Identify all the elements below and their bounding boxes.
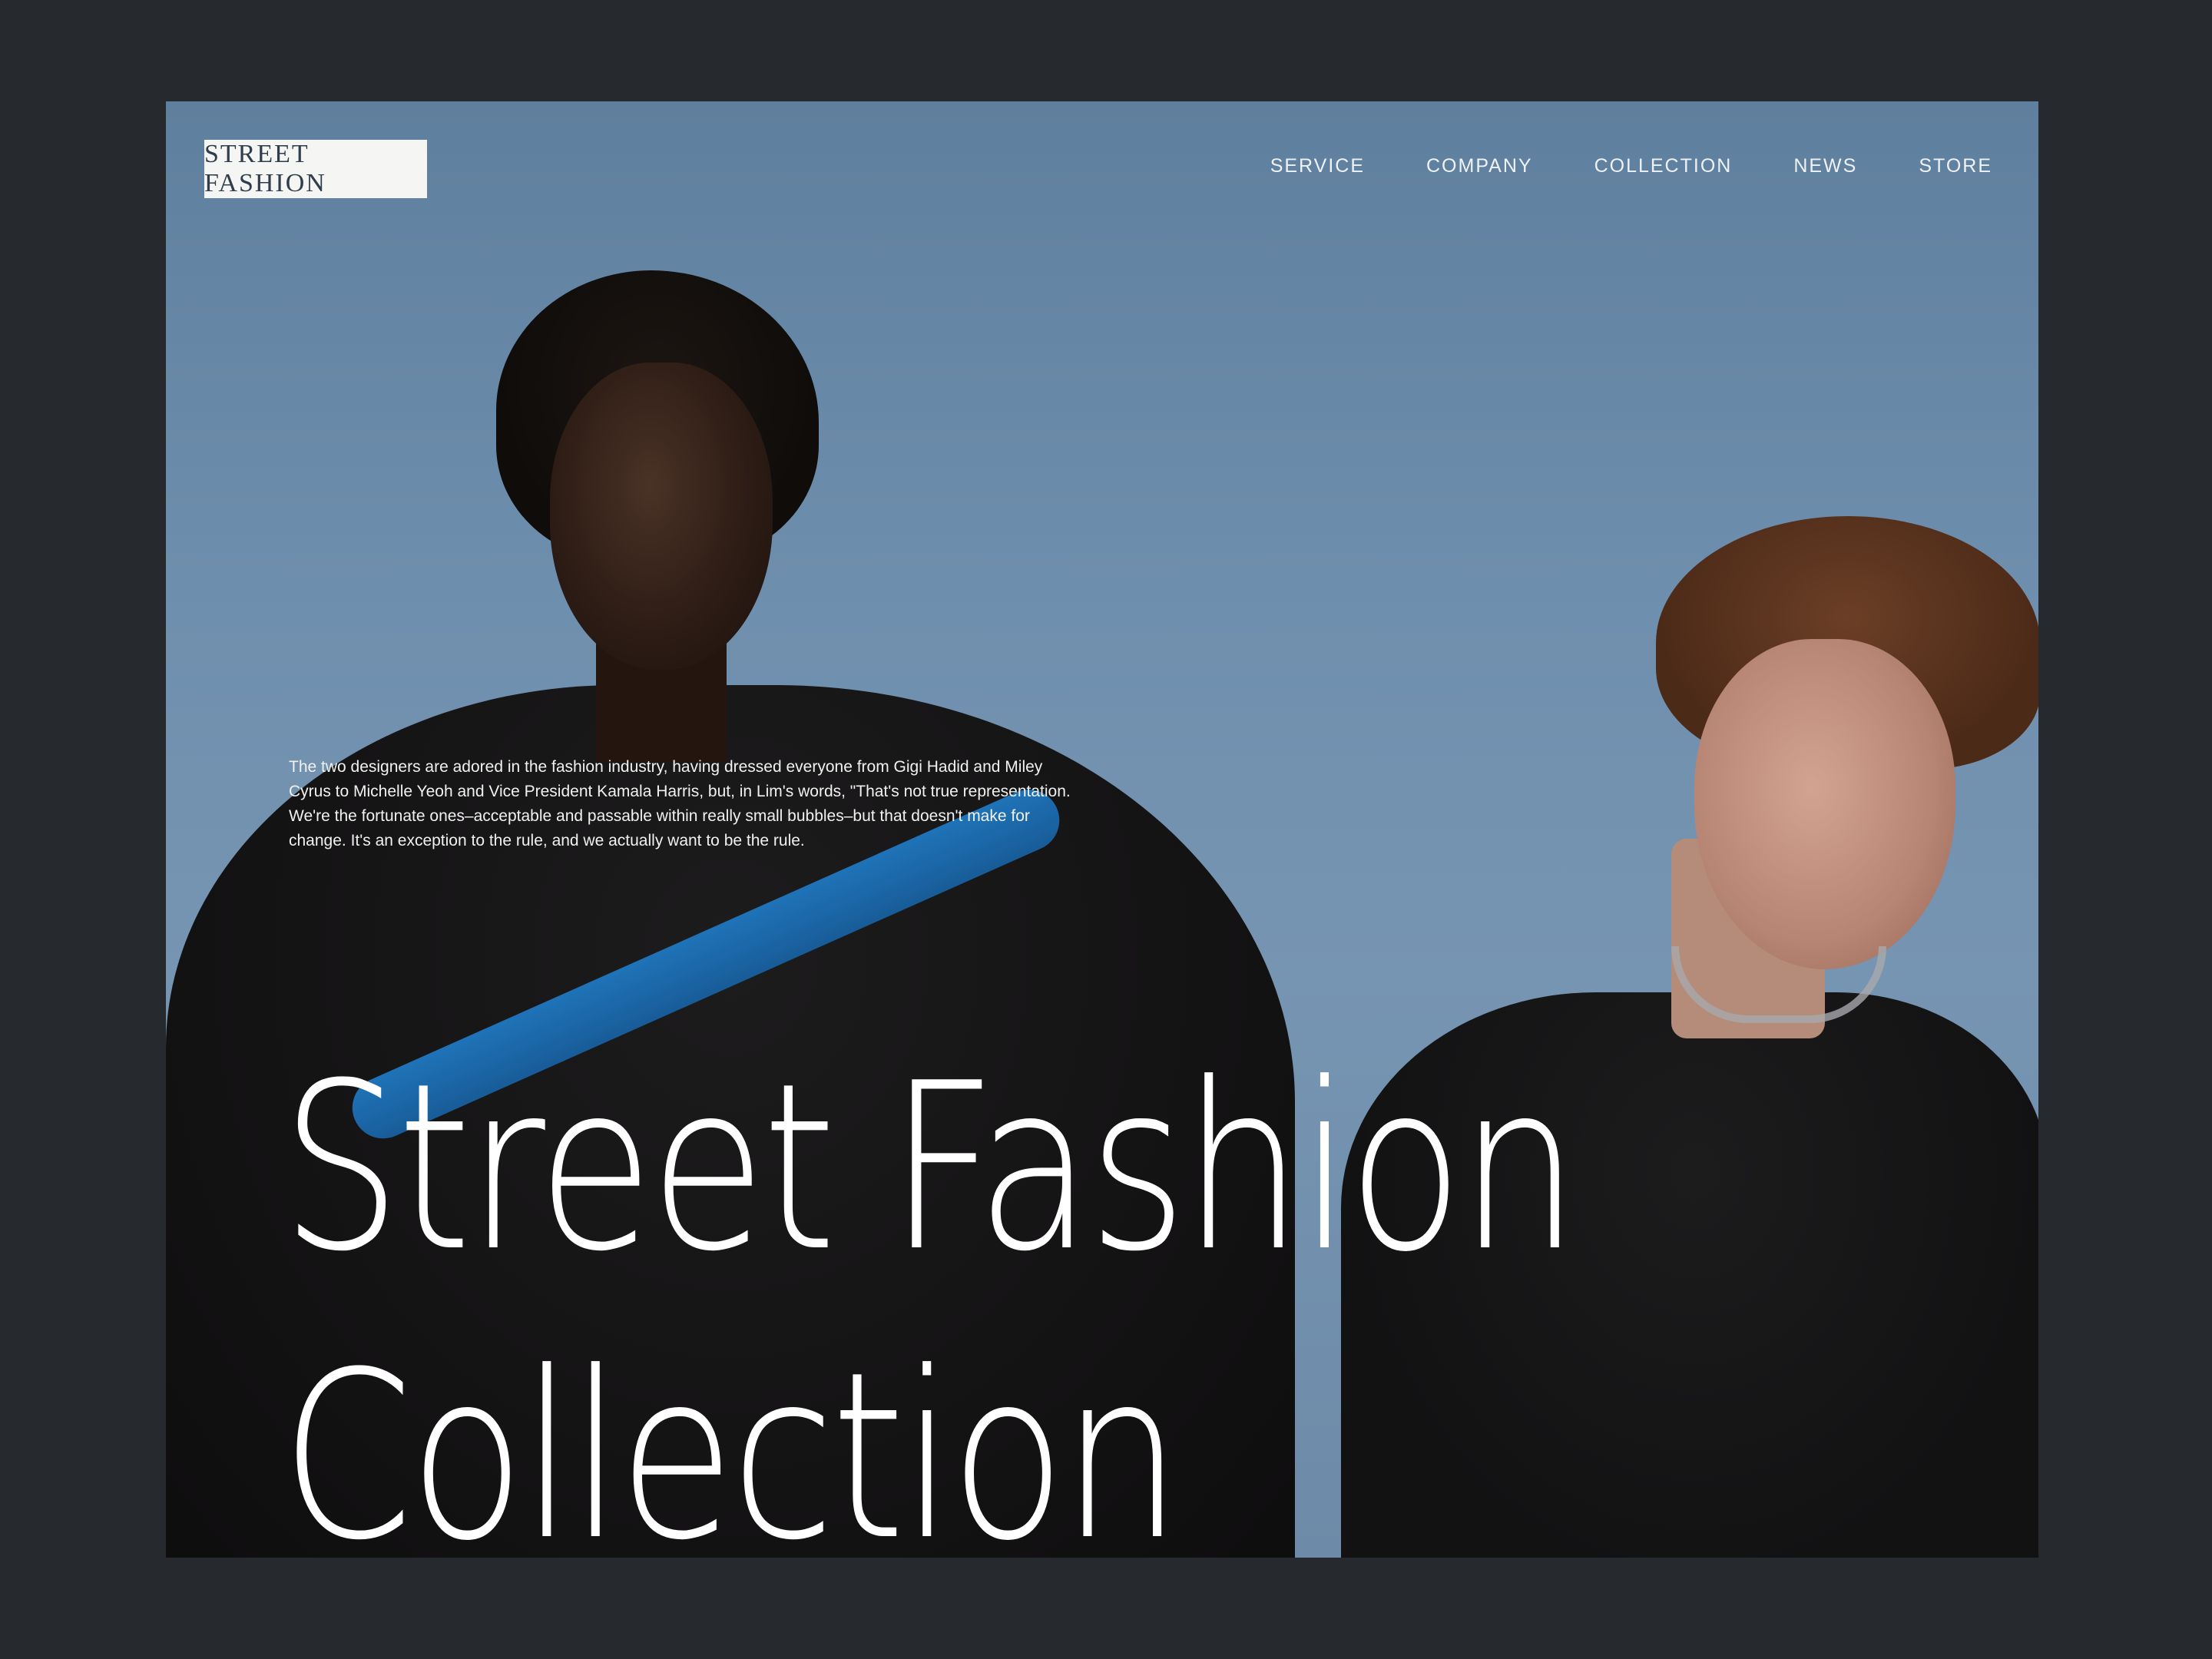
nav-news[interactable]: NEWS <box>1793 155 1857 177</box>
hero-description: The two designers are adored in the fash… <box>289 758 1071 849</box>
hero-title: Street Fashion Collection <box>281 1024 1579 1558</box>
nav-store[interactable]: STORE <box>1919 155 1992 177</box>
nav-service[interactable]: SERVICE <box>1270 155 1365 177</box>
model-left-face <box>550 363 773 670</box>
main-nav: SERVICE COMPANY COLLECTION NEWS STORE <box>1270 155 1992 177</box>
hero-title-line-2: Collection <box>281 1323 1182 1558</box>
nav-collection[interactable]: COLLECTION <box>1594 155 1733 177</box>
hero-title-line-1: Street Fashion <box>281 1034 1579 1302</box>
brand-logo[interactable]: STREET FASHION <box>204 140 427 198</box>
hero-frame: STREET FASHION SERVICE COMPANY COLLECTIO… <box>166 101 2038 1558</box>
model-right-face <box>1694 639 1955 969</box>
logo-text: STREET FASHION <box>204 140 326 197</box>
nav-company[interactable]: COMPANY <box>1426 155 1533 177</box>
